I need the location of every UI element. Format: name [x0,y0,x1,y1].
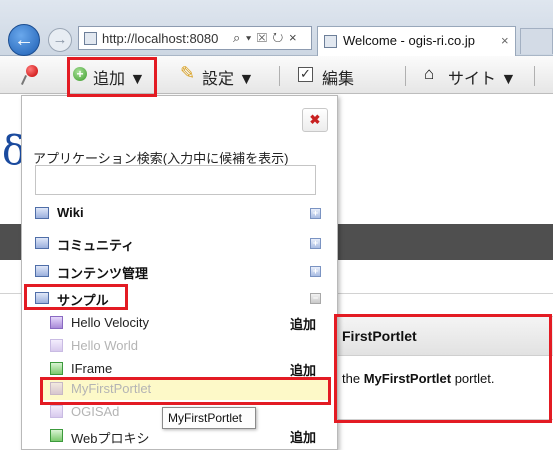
category-label: コミュニティ [57,238,135,253]
add-app-link[interactable]: 追加 [290,314,316,333]
app-item-hello-velocity[interactable]: Hello Velocity 追加 [22,312,337,334]
pin-icon[interactable] [26,65,38,77]
tab-title: Welcome - ogis-ri.co.jp [343,33,475,48]
portlet-icon [50,339,63,352]
portlet-icon [50,429,63,442]
portlet-icon [50,405,63,418]
home-icon: ⌂ [424,64,435,83]
annotation-box-sample-category [24,284,128,310]
tooltip-text: MyFirstPortlet [168,411,243,425]
browser-toolbar: ← → http://localhost:8080 ⌕ ▾ ☒ ↻ × Welc… [0,0,553,56]
page-favicon-icon [84,32,97,45]
dockbar-separator [534,66,535,86]
close-icon[interactable]: ✖ [302,108,328,132]
pin-stem [20,75,28,85]
site-menu-label: サイト ▼ [448,71,517,88]
portlet-icon [50,362,63,375]
portlet-icon [50,316,63,329]
tab-close-icon[interactable]: × [501,33,509,48]
address-bar-tools[interactable]: ⌕ ▾ ☒ ↻ × [233,30,298,46]
app-label: Webプロキシ [71,431,150,446]
browser-tab[interactable]: Welcome - ogis-ri.co.jp × [317,26,516,56]
category-label: コンテンツ管理 [57,266,149,281]
dockbar-separator [405,66,406,86]
tooltip: MyFirstPortlet [162,407,256,429]
address-bar[interactable]: http://localhost:8080 ⌕ ▾ ☒ ↻ × [78,26,312,50]
folder-icon [35,237,49,249]
expand-icon[interactable]: + [310,208,321,219]
edit-toggle[interactable]: ✓ 編集 [294,56,364,94]
checkbox-icon: ✓ [298,67,313,82]
application-search-input[interactable] [35,165,316,195]
back-button[interactable]: ← [8,24,40,56]
settings-menu-button[interactable]: ✎ 設定 ▼ [174,56,264,94]
annotation-box-portlet [334,314,552,423]
app-label: Hello Velocity [71,315,150,330]
annotation-box-add-menu [67,57,157,97]
settings-menu-label: 設定 ▼ [202,71,255,88]
edit-label: 編集 [322,71,355,88]
app-label: Hello World [71,338,138,353]
app-item-hello-world: Hello World [22,335,337,357]
expand-icon[interactable]: + [310,266,321,277]
folder-icon [35,265,49,277]
forward-button[interactable]: → [48,28,72,52]
app-label: OGISAd [71,404,120,419]
pencil-icon: ✎ [180,63,196,83]
category-wiki[interactable]: Wiki + [22,200,337,226]
back-arrow-icon: ← [14,29,34,51]
app-label: IFrame [71,361,113,376]
new-tab-button[interactable] [520,28,553,54]
tab-favicon-icon [324,35,337,48]
address-url[interactable]: http://localhost:8080 [102,31,218,46]
category-content-management[interactable]: コンテンツ管理 + [22,258,337,284]
collapse-icon[interactable]: − [310,293,321,304]
category-community[interactable]: コミュニティ + [22,230,337,256]
add-app-link[interactable]: 追加 [290,427,316,446]
annotation-box-myfirstportlet [40,377,331,405]
site-menu-button[interactable]: ⌂ サイト ▼ [420,56,517,94]
dockbar-separator [279,66,280,86]
folder-icon [35,207,49,219]
forward-arrow-icon: → [52,31,68,48]
expand-icon[interactable]: + [310,238,321,249]
category-label: Wiki [57,205,84,220]
